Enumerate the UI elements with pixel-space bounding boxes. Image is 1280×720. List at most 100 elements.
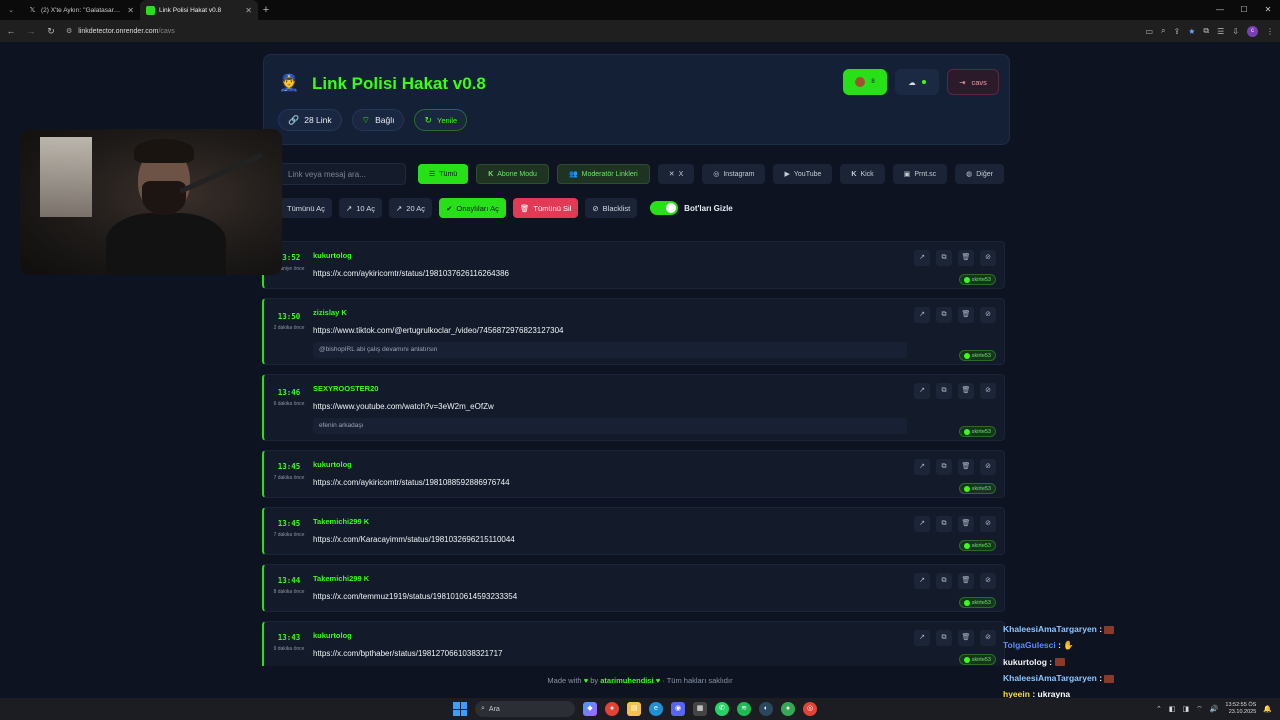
open-link-icon[interactable]: ↗ [914,516,930,532]
link-url[interactable]: https://x.com/temmuz1919/status/19810106… [313,592,517,601]
tab-search-icon[interactable]: ⌄ [0,0,22,20]
open-link-icon[interactable]: ↗ [914,573,930,589]
filter-prntsc[interactable]: ▣ Prnt.sc [892,164,948,184]
block-icon[interactable]: ⊘ [980,307,996,323]
delete-icon[interactable]: 🗑 [958,250,974,266]
bookmark-star-icon[interactable]: ★ [1188,27,1195,36]
link-url[interactable]: https://www.tiktok.com/@ertugrulkoclar_/… [313,326,564,335]
steam-icon[interactable]: ◐ [759,702,773,716]
taskbar-clock[interactable]: 13:52:55 ÖS 23.10.2025 [1225,702,1256,716]
filter-other[interactable]: ◍ Diğer [955,164,1004,184]
block-icon[interactable]: ⊘ [980,383,996,399]
link-url[interactable]: https://x.com/aykiricomtr/status/1981088… [313,478,510,487]
copy-icon[interactable]: ⧉ [936,573,952,589]
block-icon[interactable]: ⊘ [980,573,996,589]
file-explorer-icon[interactable]: ▤ [627,702,641,716]
link-url[interactable]: https://www.youtube.com/watch?v=3eW2m_eO… [313,402,494,411]
tab-groups-icon[interactable]: ☰ [1217,27,1224,36]
blacklist-button[interactable]: ⊘ Blacklist [585,198,638,218]
windows-start-icon[interactable] [453,702,467,716]
copy-icon[interactable]: ⧉ [936,307,952,323]
delete-icon[interactable]: 🗑 [958,630,974,646]
refresh-button[interactable]: ↻ Yenile [414,109,468,131]
block-icon[interactable]: ⊘ [980,250,996,266]
whatsapp-icon[interactable]: ✆ [715,702,729,716]
copy-icon[interactable]: ⧉ [936,459,952,475]
browser-tab-x[interactable]: 𝕏 (2) X'te Aykırı: "Galatasaray-Bod ✕ [22,0,140,20]
filter-kick[interactable]: K Kick [840,164,885,184]
filter-youtube[interactable]: ▶ YouTube [773,164,833,184]
close-icon[interactable]: ✕ [127,6,134,15]
open-link-icon[interactable]: ↗ [914,383,930,399]
filter-subscriber-mode[interactable]: K Abone Modu [476,164,549,184]
downloads-icon[interactable]: ⇩ [1232,27,1239,36]
copy-icon[interactable]: ⧉ [936,250,952,266]
open-10-button[interactable]: ↗ 10 Aç [338,198,382,218]
theme-toggle-button[interactable]: ☁ [895,69,939,95]
url-field[interactable]: ⚙ linkdetector.onrender.com/cavs [66,27,1135,36]
minimize-icon[interactable]: — [1208,0,1232,20]
delete-icon[interactable]: 🗑 [958,307,974,323]
maximize-icon[interactable]: ☐ [1232,0,1256,20]
network-icon[interactable]: ⌔ [1196,705,1203,714]
browser-tab-link-polisi[interactable]: Link Polisi Hakat v0.8 ✕ [140,0,258,20]
cast-icon[interactable]: ▭ [1145,27,1153,36]
link-url[interactable]: https://x.com/bpthaber/status/1981270661… [313,649,502,658]
author-link[interactable]: atarimuhendisi [600,676,653,685]
open-link-icon[interactable]: ↗ [914,307,930,323]
open-link-icon[interactable]: ↗ [914,459,930,475]
close-icon[interactable]: ✕ [245,6,252,15]
new-tab-button[interactable]: + [258,4,274,16]
edge-icon[interactable]: e [649,702,663,716]
logout-button[interactable]: ⇥ cavs [947,69,999,95]
app-icon-2[interactable]: ◎ [803,702,817,716]
spotify-icon[interactable]: ≋ [737,702,751,716]
taskbar-search[interactable]: ⌕ Ara [475,701,575,717]
open-20-button[interactable]: ↗ 20 Aç [389,198,433,218]
open-link-icon[interactable]: ↗ [914,630,930,646]
open-link-icon[interactable]: ↗ [914,250,930,266]
hide-bots-toggle[interactable] [650,201,679,215]
notifications-icon[interactable]: 🔔 [1263,705,1272,713]
delete-all-button[interactable]: 🗑 Tümünü Sil [512,198,579,218]
tray-icon[interactable]: ◨ [1182,705,1189,713]
copy-icon[interactable]: ⧉ [936,383,952,399]
delete-icon[interactable]: 🗑 [958,383,974,399]
link-url[interactable]: https://x.com/aykiricomtr/status/1981037… [313,269,509,278]
zoom-icon[interactable]: ⌕ [1161,26,1165,36]
delete-icon[interactable]: 🗑 [958,516,974,532]
search-input[interactable] [280,163,406,185]
tray-icon[interactable]: ◧ [1169,705,1176,713]
copy-icon[interactable]: ⧉ [936,516,952,532]
close-window-icon[interactable]: ✕ [1256,0,1280,20]
chrome-active-icon[interactable]: ● [781,702,795,716]
filter-x[interactable]: ✕ X [657,164,695,184]
chrome-icon[interactable]: ● [605,702,619,716]
chevron-up-icon[interactable]: ⌃ [1156,705,1162,713]
avatar-button[interactable]: 8 [843,69,887,95]
share-icon[interactable]: ⇪ [1174,27,1181,36]
filter-instagram[interactable]: ◎ Instagram [702,164,766,184]
delete-icon[interactable]: 🗑 [958,459,974,475]
app-icon[interactable]: ▦ [693,702,707,716]
forward-icon[interactable]: → [26,26,36,36]
filter-moderator-links[interactable]: 👥 Moderatör Linkleri [556,164,650,184]
filter-all[interactable]: ☰ Tümü [418,164,469,184]
profile-avatar[interactable]: c [1247,25,1258,37]
copy-icon[interactable]: ⧉ [936,630,952,646]
site-info-icon[interactable]: ⚙ [66,27,72,35]
open-approved-button[interactable]: ✔ Onaylıları Aç [439,198,506,218]
volume-icon[interactable]: 🔊 [1210,705,1219,713]
back-icon[interactable]: ← [6,26,16,36]
copilot-icon[interactable]: ◆ [583,702,597,716]
block-icon[interactable]: ⊘ [980,516,996,532]
block-icon[interactable]: ⊘ [980,459,996,475]
link-url[interactable]: https://x.com/Karacayimm/status/19810326… [313,535,515,544]
discord-icon[interactable]: ◉ [671,702,685,716]
block-icon[interactable]: ⊘ [980,630,996,646]
open-all-button[interactable]: Tümünü Aç [280,198,332,218]
reload-icon[interactable]: ↻ [46,26,56,37]
menu-icon[interactable]: ⋮ [1266,27,1274,36]
extensions-icon[interactable]: ⧉ [1203,26,1209,36]
delete-icon[interactable]: 🗑 [958,573,974,589]
